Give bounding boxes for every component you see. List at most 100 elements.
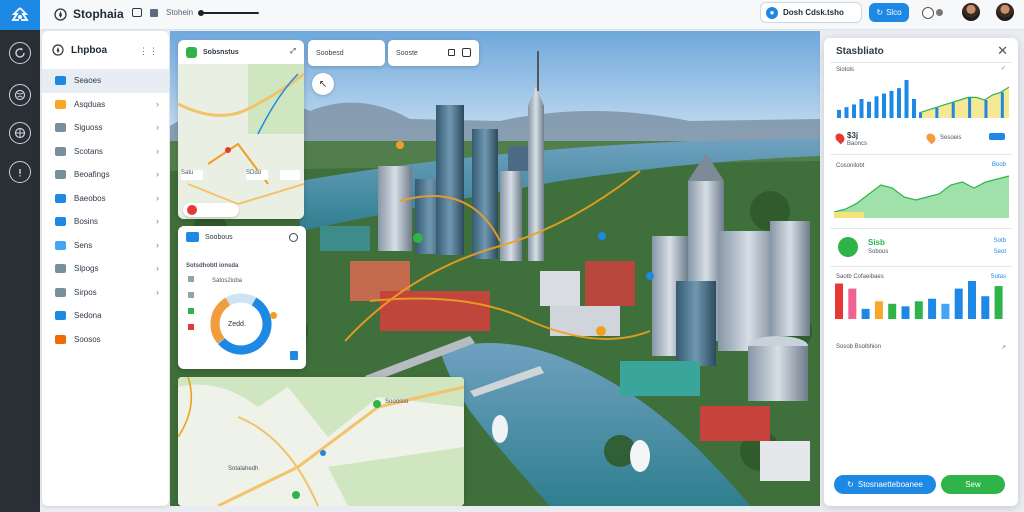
sidebar-item-label: Asqduas [74, 99, 106, 109]
footer-label: Sosob Bsolbhion [836, 344, 882, 350]
route-option-pill[interactable] [183, 203, 239, 217]
secondary-action-button[interactable]: Sew [941, 475, 1005, 494]
sync-button[interactable]: ↻ Slco [869, 3, 909, 22]
bar [984, 100, 988, 118]
navigation-card-title: Sobsnstus [203, 48, 239, 56]
tab-overview-label: Soobesd [316, 49, 344, 57]
analytics-legend: Satos2ioba [212, 278, 243, 284]
map-chip-2[interactable]: SDdd [246, 170, 268, 180]
legend-swatch-2 [188, 292, 194, 298]
bar [951, 102, 955, 118]
chevron-right-icon: › [156, 98, 159, 109]
sidebar-item[interactable]: Siguoss › [42, 116, 169, 140]
settings-dot-icon[interactable] [936, 9, 943, 16]
legend-swatch-3 [188, 308, 194, 314]
location-search-pill[interactable]: ● Dosh Cdsk.tsho [760, 2, 862, 23]
bar [954, 288, 963, 319]
breadcrumb: Stohein [132, 8, 260, 17]
section1-label: Siotols [836, 67, 855, 73]
chevron-right-icon: › [156, 169, 159, 179]
location-pin-icon [833, 131, 847, 145]
kpi3-sub: Sobous [868, 249, 889, 255]
sidebar-item-icon [55, 287, 66, 297]
kpi3-val2: Seot [993, 249, 1006, 255]
sidebar-item[interactable]: Sens › [42, 234, 169, 258]
grid-menu-icon[interactable]: ⋮⋮ [139, 46, 159, 57]
bar [994, 286, 1003, 319]
layers-icon[interactable] [132, 8, 142, 17]
mini-map-panel[interactable]: Sooosso Sotalahedh [178, 377, 464, 506]
trend-up-icon: ✓ [1000, 66, 1006, 72]
divider [830, 62, 1012, 63]
grid-icon[interactable] [150, 8, 158, 17]
bar [874, 96, 879, 118]
sidebar-item-icon [55, 123, 66, 133]
area-base [834, 212, 864, 218]
primary-action-button[interactable]: ↻ Stosnaetteboanee [834, 475, 936, 494]
bar [912, 99, 916, 118]
compass-icon [52, 44, 64, 56]
tab-layers-label: Sooste [396, 49, 418, 57]
close-icon[interactable]: ✕ [997, 43, 1008, 59]
chevron-right-icon: › [156, 145, 159, 156]
globe-icon[interactable] [9, 84, 31, 106]
share-icon[interactable] [290, 351, 298, 360]
sidebar-item[interactable]: Slpogs › [42, 257, 169, 281]
footer-expand-icon[interactable]: ↗ [1001, 344, 1006, 351]
left-rail [0, 0, 40, 512]
sidebar-item-label: Soosos [74, 334, 101, 344]
section2-label: Cosonilobt [836, 163, 865, 169]
sidebar-item[interactable]: Bosins › [42, 210, 169, 234]
map-viewport[interactable]: Sobsnstus ⤢ Satu SDdd Soobesd Sooste ↖ S… [170, 31, 820, 506]
avatar-secondary[interactable] [996, 3, 1014, 21]
route-pin-icon [187, 205, 197, 215]
bar [968, 281, 976, 319]
sidebar-item[interactable]: Sedona [42, 304, 169, 328]
network-icon[interactable] [9, 122, 31, 144]
section3-label: Saotb Cofaeibaes [836, 274, 884, 280]
sidebar-item[interactable]: Scotans › [42, 140, 169, 164]
bar [882, 93, 886, 118]
breadcrumb-label: Stohein [166, 8, 194, 17]
sidebar-item[interactable]: Soosos [42, 328, 169, 352]
map-chip-1[interactable]: Satu [181, 170, 203, 180]
search-icon[interactable] [289, 232, 298, 242]
legend-swatch-4 [188, 324, 194, 330]
sidebar-item-icon [55, 146, 66, 156]
sidebar-item[interactable]: Asqduas › [42, 93, 169, 117]
chevron-right-icon: › [156, 239, 159, 250]
map-chip-3[interactable] [280, 170, 300, 180]
timeline-slider[interactable] [198, 9, 260, 16]
notification-icon[interactable] [922, 7, 934, 19]
info-icon[interactable] [9, 161, 31, 183]
collapse-icon[interactable]: ⤢ [290, 48, 296, 56]
sidebar-item[interactable]: Baeobos › [42, 187, 169, 211]
analytics-card[interactable]: Soobous Sotsdhobtl ionsda Satos2ioba Zed… [178, 226, 306, 369]
area-series [834, 176, 1009, 218]
app-logo-icon[interactable] [0, 0, 40, 30]
refresh-icon[interactable] [9, 42, 31, 64]
secondary-action-label: Sew [965, 480, 981, 489]
tab-overview[interactable]: Soobesd [308, 40, 385, 66]
tab-layers[interactable]: Sooste [388, 40, 479, 66]
direction-arrow-icon[interactable]: ↖ [312, 73, 334, 95]
sidebar-item[interactable]: Beoafings › [42, 163, 169, 187]
mini-map[interactable] [178, 377, 464, 506]
app-title: Stophaia [73, 7, 124, 21]
sidebar-item[interactable]: Seaoes [42, 69, 169, 93]
navigation-minimap[interactable] [178, 64, 304, 219]
sidebar-item[interactable]: Sirpos › [42, 281, 169, 305]
chevron-right-icon: › [156, 263, 159, 273]
legend-swatch-1 [188, 276, 194, 282]
avatar[interactable] [962, 3, 980, 21]
navigation-app-icon [186, 46, 197, 58]
kpi3-icon [838, 237, 858, 257]
bar [844, 107, 849, 118]
navigation-card[interactable]: Sobsnstus ⤢ Satu SDdd [178, 40, 304, 219]
bar [914, 301, 923, 319]
bar [888, 303, 897, 319]
expand-icon[interactable] [462, 48, 471, 57]
top-bar: Stophaia Stohein ● Dosh Cdsk.tsho ↻ Slco [40, 0, 1024, 30]
sidebar-item-label: Beoafings [74, 170, 110, 180]
lock-icon[interactable] [448, 49, 455, 56]
